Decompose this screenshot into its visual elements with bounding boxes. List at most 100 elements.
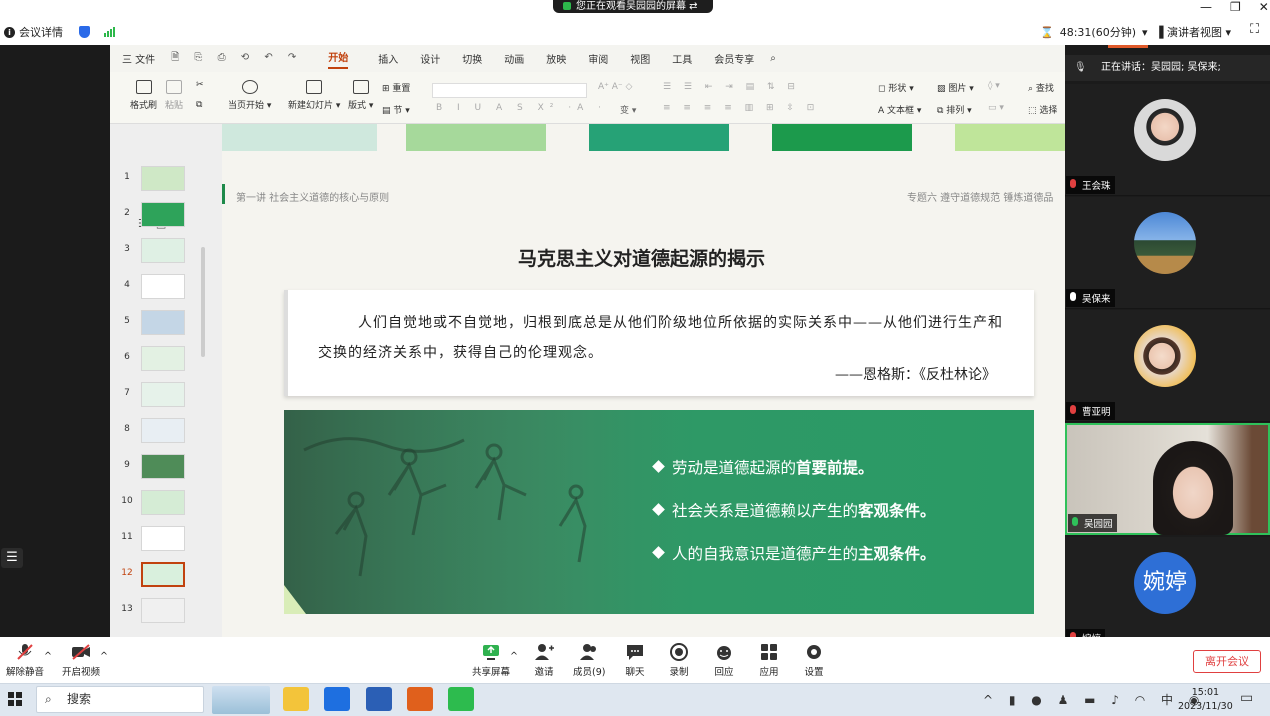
security-shield-icon[interactable] — [79, 26, 90, 38]
reactions-button[interactable]: 回应 — [714, 643, 734, 678]
participant-name: 吴保来 — [1066, 289, 1115, 307]
play-from-current-button[interactable]: 当页开始 ▾ — [228, 80, 271, 111]
hourglass-icon: ⌛ — [1040, 25, 1054, 39]
leave-meeting-button[interactable]: 离开会议 — [1193, 650, 1261, 673]
tab-view[interactable]: 视图 — [630, 51, 650, 66]
slide-thumbnail[interactable] — [141, 202, 185, 227]
file-menu[interactable]: 三 文件 — [122, 51, 155, 66]
tab-design[interactable]: 设计 — [420, 51, 440, 66]
shared-screen-wps: 三 文件 🗎 ⎘ ⎙ ⟲ ↶ ↷ 开始 插入 设计 切换 动画 放映 审阅 视图… — [110, 45, 1065, 637]
paragraph-tools[interactable]: ☰ ☰ ⇤ ⇥ ▤ ⇅ ⊟ — [663, 82, 800, 92]
find-button[interactable]: ⌕ 查找 — [1028, 81, 1054, 94]
select-button[interactable]: ⬚ 选择 — [1028, 103, 1057, 116]
copy-icon[interactable]: ⧉ — [196, 100, 202, 110]
meeting-app-icon[interactable] — [324, 687, 350, 711]
record-button[interactable]: 录制 — [669, 643, 689, 678]
outline-tools[interactable]: ▭ ▾ — [988, 103, 1004, 113]
slide-thumbnail[interactable] — [141, 418, 185, 443]
view-mode-button[interactable]: ▐ 演讲者视图 ▾ — [1155, 24, 1231, 40]
invite-button[interactable]: 邀请 — [534, 643, 554, 678]
slide-thumbnail[interactable] — [141, 346, 185, 371]
chevron-up-icon[interactable]: ^ — [510, 651, 518, 662]
font-name-select[interactable] — [432, 83, 587, 98]
search-icon[interactable]: ⌕ — [770, 53, 776, 64]
slide-thumbnail[interactable] — [141, 598, 185, 623]
chat-button[interactable]: 聊天 — [625, 643, 645, 678]
slide-thumbnail-panel: ☰□› 12345678910111213 — [110, 124, 212, 637]
word-icon[interactable] — [366, 687, 392, 711]
tab-insert[interactable]: 插入 — [378, 51, 398, 66]
chevron-up-icon[interactable]: ^ — [44, 651, 52, 662]
fullscreen-icon[interactable]: ⛶ — [1250, 22, 1259, 37]
section-marker — [222, 184, 225, 204]
tab-transition[interactable]: 切换 — [462, 51, 482, 66]
participant-tile[interactable]: 吴保来 — [1065, 197, 1270, 309]
share-screen-button[interactable]: 共享屏幕 — [472, 643, 510, 678]
slide-thumbnail[interactable] — [141, 238, 185, 263]
slide-thumbnail[interactable] — [141, 526, 185, 551]
quick-access-icons[interactable]: 🗎 ⎘ ⎙ ⟲ ↶ ↷ — [171, 50, 302, 67]
search-tool-icon[interactable] — [407, 687, 433, 711]
slide-thumbnail[interactable] — [141, 490, 185, 515]
taskbar-search[interactable]: ⌕ 搜索 — [36, 686, 204, 713]
align-tools[interactable]: ≡ ≡ ≡ ≡ ▥ ⊞ ⇳ ⊡ — [663, 103, 819, 113]
minimize-icon[interactable]: — — [1200, 0, 1212, 14]
members-button[interactable]: 成员(9) — [573, 643, 605, 678]
participant-tile[interactable]: 王会珠 — [1065, 84, 1270, 196]
layout-button[interactable]: 版式 ▾ — [348, 80, 373, 111]
reset-button[interactable]: ⊞ 重置 — [382, 81, 410, 94]
list-menu-icon[interactable]: ☰ — [1, 548, 23, 568]
participant-tile-active[interactable]: 吴园园 — [1065, 423, 1270, 535]
tab-home[interactable]: 开始 — [328, 49, 349, 69]
slide-thumbnail[interactable] — [141, 562, 185, 587]
participant-name: 王会珠 — [1066, 176, 1115, 194]
system-tray[interactable]: ^ ▮ ● ♟ ▬ ♪ ◠ 中 ◉ — [983, 691, 1205, 708]
members-icon — [579, 643, 599, 661]
format-painter-button[interactable]: 格式刷 — [130, 80, 157, 111]
city-skyline-widget[interactable] — [212, 686, 270, 714]
taskbar-clock[interactable]: 15:01 2023/11/30 — [1178, 686, 1233, 714]
close-icon[interactable]: ✕ — [1259, 0, 1269, 14]
tab-slideshow[interactable]: 放映 — [546, 51, 566, 66]
windows-start-icon[interactable] — [8, 692, 22, 709]
slide-thumbnail[interactable] — [141, 310, 185, 335]
unmute-button[interactable]: 解除静音 — [6, 643, 44, 678]
apps-button[interactable]: 应用 — [759, 643, 779, 678]
wechat-icon[interactable] — [448, 687, 474, 711]
section-button[interactable]: ▤ 节 ▾ — [382, 103, 410, 116]
shape-button[interactable]: ◻ 形状 ▾ — [878, 81, 914, 94]
slide-thumbnail[interactable] — [141, 382, 185, 407]
slide-thumbnail[interactable] — [141, 166, 185, 191]
font-size-tools[interactable]: A⁺ A⁻ ◇ — [598, 82, 632, 92]
notification-icon[interactable]: ▭ — [1240, 690, 1253, 706]
arrange-button[interactable]: ⧉ 排列 ▾ — [937, 103, 972, 116]
textbox-button[interactable]: A 文本框 ▾ — [878, 103, 921, 116]
paste-button[interactable]: 粘贴 — [165, 80, 183, 111]
slide-canvas: 第一讲 社会主义道德的核心与原则 专题六 遵守道德规范 锤炼道德品 马克思主义对… — [222, 124, 1065, 637]
fill-tools[interactable]: ◊ ▾ — [988, 81, 1000, 91]
start-video-button[interactable]: 开启视频 — [62, 643, 100, 678]
character-spacing[interactable]: 变 ▾ — [620, 103, 636, 116]
participant-tile[interactable]: 曹亚明 — [1065, 310, 1270, 422]
cut-icon[interactable]: ✂ — [196, 80, 204, 90]
restore-icon[interactable]: ❐ — [1230, 0, 1241, 14]
chevron-up-icon[interactable]: ^ — [100, 651, 108, 662]
participant-tile[interactable]: 婉婷 婉婷 — [1065, 537, 1270, 649]
text-format-tools[interactable]: B I U A S X² ·A · — [436, 103, 607, 113]
meeting-timer[interactable]: ⌛ 48:31(60分钟) ▾ — [1040, 24, 1148, 40]
slide-thumbnail[interactable] — [141, 274, 185, 299]
picture-button[interactable]: ▨ 图片 ▾ — [937, 81, 974, 94]
tab-animation[interactable]: 动画 — [504, 51, 524, 66]
thumbnail-number: 2 — [124, 208, 130, 218]
tab-review[interactable]: 审阅 — [588, 51, 608, 66]
thumbnail-scrollbar[interactable] — [201, 247, 205, 357]
thumbnail-number: 11 — [121, 532, 133, 542]
slide-thumbnail[interactable] — [141, 454, 185, 479]
settings-button[interactable]: 设置 — [804, 643, 824, 678]
tab-member[interactable]: 会员专享 — [714, 51, 754, 66]
meeting-info[interactable]: i 会议详情 — [4, 24, 115, 40]
file-explorer-icon[interactable] — [283, 687, 309, 711]
tab-tools[interactable]: 工具 — [672, 51, 692, 66]
meeting-info-label[interactable]: 会议详情 — [19, 24, 63, 40]
new-slide-button[interactable]: 新建幻灯片 ▾ — [288, 80, 340, 111]
